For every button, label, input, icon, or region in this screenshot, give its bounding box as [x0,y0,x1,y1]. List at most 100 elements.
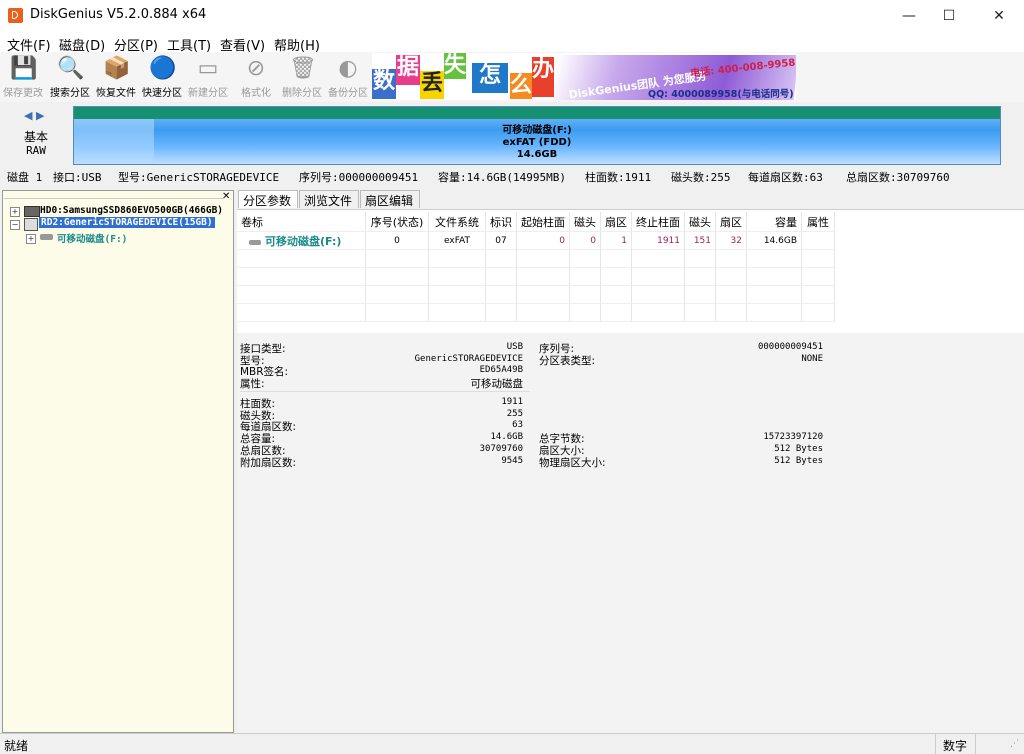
info-heads: 磁头数:255 [671,171,731,184]
column-header[interactable]: 序号(状态) [365,212,429,232]
table-row[interactable]: 可移动磁盘(F:) 0 exFAT 07 0 0 1 1911 151 32 1… [237,231,835,250]
detail-value: 30709760 [479,444,523,454]
menu-bar: 文件(F) 磁盘(D) 分区(P) 工具(T) 查看(V) 帮助(H) [0,32,1024,54]
detail-label: 属性: [240,378,265,390]
recover-icon: 📦 [103,56,131,81]
cell-start-head: 0 [569,231,601,250]
ad-banner[interactable]: 数 据 丢 失 怎 么 办 DiskGenius团队 为您服务 电话: 400-… [372,53,796,100]
toolbar-label: 保存更改 [3,88,43,99]
usb-disk-icon [24,218,38,231]
search-partition-button[interactable]: 🔍 搜索分区 [47,54,93,100]
cell-text: 可移动磁盘(F:) [265,234,342,248]
expand-icon[interactable]: + [10,207,20,217]
detail-label: 分区表类型: [539,355,596,367]
partition-bar-header [74,107,1000,119]
format-button[interactable]: ⊘ 格式化 [233,54,279,100]
app-logo-icon [8,8,23,23]
resize-grip-icon[interactable]: ⋰ [1010,739,1019,749]
column-header[interactable]: 起始柱面 [516,212,570,232]
detail-value: NONE [801,354,823,364]
backup-partition-button[interactable]: ◐ 备份分区 [325,54,371,100]
status-bar: 就绪 数字 ⋰ [0,733,1024,754]
detail-value: 15723397120 [763,432,823,442]
column-header[interactable]: 卷标 [237,212,366,232]
save-changes-button[interactable]: 💾 保存更改 [0,54,46,100]
disk-tree-panel[interactable] [2,190,234,733]
format-icon: ⊘ [246,56,266,81]
column-header[interactable]: 文件系统 [428,212,486,232]
toolbar-label: 备份分区 [328,88,368,99]
banner-char: 办 [532,57,554,97]
expand-icon[interactable]: + [26,234,36,244]
tab-browse-files[interactable]: 浏览文件 [299,190,359,208]
detail-label: 附加扇区数: [240,457,297,469]
divider [975,734,976,754]
quick-partition-icon: 🔵 [149,56,177,81]
column-header[interactable]: 扇区 [715,212,747,232]
new-partition-button[interactable]: ▭ 新建分区 [185,54,231,100]
save-icon: 💾 [10,56,38,81]
info-cylinders: 柱面数:1911 [585,171,652,184]
quick-partition-button[interactable]: 🔵 快速分区 [139,54,185,100]
detail-value: ED65A49B [479,365,523,375]
close-button[interactable]: ✕ [976,0,1022,32]
table-header-row: 卷标 序号(状态) 文件系统 标识 起始柱面 磁头 扇区 终止柱面 磁头 扇区 … [237,212,835,232]
tree-item-partition[interactable]: 可移动磁盘(F:) [57,231,127,245]
detail-value: 63 [512,420,523,430]
detail-value: 512 Bytes [774,444,823,454]
recover-files-button[interactable]: 📦 恢复文件 [93,54,139,100]
tree-item-hd0[interactable]: HD0:SamsungSSD860EVO500GB(466GB) [40,205,223,216]
detail-value: 1911 [501,397,523,407]
trash-icon: 🗑 [289,56,317,81]
info-serial: 序列号:000000009451 [299,171,419,184]
disk-info-line: 磁盘 1 接口:USB 型号:GenericSTORAGEDEVICE 序列号:… [0,167,1024,185]
raw-label: RAW [26,144,46,157]
removable-drive-icon [249,239,261,245]
toolbar-label: 删除分区 [282,88,322,99]
cell-start-cyl: 0 [516,231,570,250]
toolbar-label: 快速分区 [142,88,182,99]
column-header[interactable]: 容量 [746,212,802,232]
toolbar-label: 格式化 [241,88,271,99]
collapse-icon[interactable]: − [10,220,20,230]
cell-id: 07 [485,231,517,250]
cell-capacity: 14.6GB [746,231,802,250]
column-header[interactable]: 属性 [801,212,835,232]
detail-value: GenericSTORAGEDEVICE [414,354,523,364]
column-header[interactable]: 磁头 [684,212,716,232]
delete-partition-button[interactable]: 🗑 删除分区 [279,54,325,100]
disk-nav-arrows[interactable]: ◀ ▶ [24,109,44,122]
divider [240,391,530,392]
partition-bar-label: 可移动磁盘(F:) exFAT (FDD) 14.6GB [74,125,1000,161]
detail-value: 255 [506,409,523,419]
tree-item-rd2[interactable]: RD2:GenericSTORAGEDEVICE(15GB) [39,217,215,228]
partition-bar-size: 14.6GB [516,149,558,160]
info-sectors-per-track: 每道扇区数:63 [748,171,823,184]
info-interface: 接口:USB [53,171,102,184]
hdd-icon [24,206,40,217]
cell-start-sector: 1 [600,231,632,250]
banner-char: 据 [396,55,420,85]
banner-char: 么 [510,73,533,99]
tab-partition-params[interactable]: 分区参数 [238,190,298,208]
close-panel-icon[interactable]: ✕ [222,191,230,202]
column-header[interactable]: 磁头 [569,212,601,232]
column-header[interactable]: 终止柱面 [631,212,685,232]
maximize-button[interactable]: ☐ [926,0,972,32]
detail-value: USB [506,342,523,352]
toolbar-label: 新建分区 [188,88,228,99]
new-partition-icon: ▭ [197,56,219,81]
column-header[interactable]: 扇区 [600,212,632,232]
cell-end-sector: 32 [715,231,747,250]
numlock-indicator: 数字 [943,739,968,753]
column-header[interactable]: 标识 [485,212,517,232]
magnifier-icon: 🔍 [57,56,85,81]
partition-bar-fs: exFAT (FDD) [502,137,572,148]
tab-sector-edit[interactable]: 扇区编辑 [360,190,420,208]
status-text: 就绪 [4,739,29,753]
detail-value: 512 Bytes [774,456,823,466]
cell-filesystem: exFAT [428,231,486,250]
detail-value: 可移动磁盘 [470,378,524,390]
detail-value: 14.6GB [490,432,523,442]
disk-details-panel: 接口类型: USB 型号: GenericSTORAGEDEVICE MBR签名… [237,333,1024,733]
